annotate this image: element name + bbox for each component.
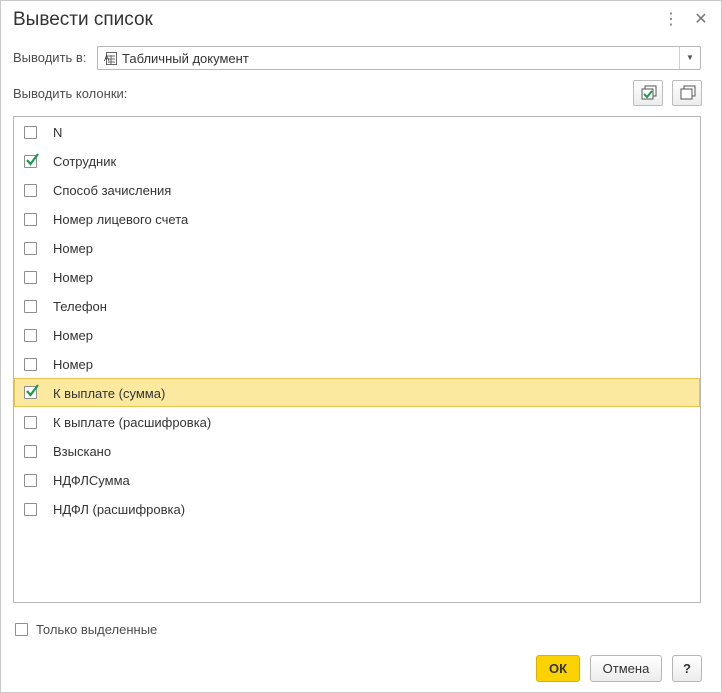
columns-label: Выводить колонки: bbox=[13, 86, 128, 101]
checkbox[interactable] bbox=[24, 126, 37, 139]
check-all-button[interactable] bbox=[633, 80, 663, 106]
list-item[interactable]: Номер bbox=[14, 322, 700, 349]
checkbox[interactable] bbox=[24, 358, 37, 371]
list-item-label: К выплате (сумма) bbox=[53, 386, 166, 401]
check-all-icon bbox=[641, 85, 657, 100]
list-item-label: НДФЛ (расшифровка) bbox=[53, 502, 186, 517]
output-label: Выводить в: bbox=[13, 50, 87, 65]
checkbox[interactable] bbox=[24, 213, 37, 226]
checkbox[interactable] bbox=[24, 300, 37, 313]
list-item-selected[interactable]: К выплате (сумма) bbox=[14, 378, 700, 407]
list-item-label: Способ зачисления bbox=[53, 183, 172, 198]
checkbox[interactable] bbox=[24, 416, 37, 429]
list-item[interactable]: N bbox=[14, 119, 700, 146]
checkbox[interactable] bbox=[24, 503, 37, 516]
list-item[interactable]: Телефон bbox=[14, 293, 700, 320]
list-item-label: Номер bbox=[53, 357, 94, 372]
close-icon: ✕ bbox=[694, 11, 708, 28]
list-item-label: Взыскано bbox=[53, 444, 112, 459]
checkbox[interactable] bbox=[24, 445, 37, 458]
checkbox[interactable] bbox=[24, 474, 37, 487]
more-vertical-icon: ⋮ bbox=[663, 11, 679, 28]
more-actions-button[interactable]: ⋮ bbox=[661, 9, 681, 31]
list-item[interactable]: Способ зачисления bbox=[14, 177, 700, 204]
close-button[interactable]: ✕ bbox=[691, 9, 711, 31]
checkbox[interactable] bbox=[24, 271, 37, 284]
list-item[interactable]: К выплате (расшифровка) bbox=[14, 409, 700, 436]
list-item-label: Номер bbox=[53, 241, 94, 256]
checkbox[interactable] bbox=[24, 153, 39, 168]
list-item-label: Номер bbox=[53, 270, 94, 285]
list-item[interactable]: Сотрудник bbox=[14, 148, 700, 175]
list-item-label: Номер bbox=[53, 328, 94, 343]
list-item[interactable]: Взыскано bbox=[14, 438, 700, 465]
cancel-button[interactable]: Отмена bbox=[590, 655, 662, 682]
only-selected-label: Только выделенные bbox=[36, 622, 158, 637]
list-item-label: К выплате (расшифровка) bbox=[53, 415, 212, 430]
svg-text:A: A bbox=[104, 54, 110, 63]
only-selected-checkbox[interactable] bbox=[15, 623, 28, 636]
list-item-label: Номер лицевого счета bbox=[53, 212, 189, 227]
uncheck-all-button[interactable] bbox=[672, 80, 702, 106]
list-item-label: N bbox=[53, 125, 63, 140]
dialog-title: Вывести список bbox=[13, 9, 153, 30]
list-item[interactable]: Номер bbox=[14, 235, 700, 262]
checkmark-icon bbox=[26, 384, 39, 397]
dialog-window: Вывести список ⋮ ✕ Выводить в: A Табличн… bbox=[0, 0, 722, 693]
ok-button[interactable]: ОК bbox=[536, 655, 580, 682]
checkbox[interactable] bbox=[24, 329, 37, 342]
uncheck-all-icon bbox=[680, 85, 696, 100]
list-item-label: Телефон bbox=[53, 299, 107, 314]
list-item[interactable]: НДФЛ (расшифровка) bbox=[14, 496, 700, 523]
help-button[interactable]: ? bbox=[672, 655, 702, 682]
list-item[interactable]: Номер bbox=[14, 264, 700, 291]
output-select[interactable]: A Табличный документ ▼ bbox=[97, 46, 701, 70]
spreadsheet-document-icon: A bbox=[104, 52, 117, 65]
checkmark-icon bbox=[26, 153, 39, 166]
chevron-down-icon[interactable]: ▼ bbox=[679, 47, 700, 69]
checkbox[interactable] bbox=[24, 184, 37, 197]
list-item[interactable]: Номер лицевого счета bbox=[14, 206, 700, 233]
list-item-label: НДФЛСумма bbox=[53, 473, 130, 488]
checkbox[interactable] bbox=[24, 242, 37, 255]
columns-list: N Сотрудник Способ зачисления Номер лице… bbox=[13, 116, 701, 603]
list-item-label: Сотрудник bbox=[53, 154, 117, 169]
list-item[interactable]: Номер bbox=[14, 351, 700, 378]
list-item[interactable]: НДФЛСумма bbox=[14, 467, 700, 494]
checkbox[interactable] bbox=[24, 384, 39, 399]
output-select-value: Табличный документ bbox=[122, 51, 249, 66]
